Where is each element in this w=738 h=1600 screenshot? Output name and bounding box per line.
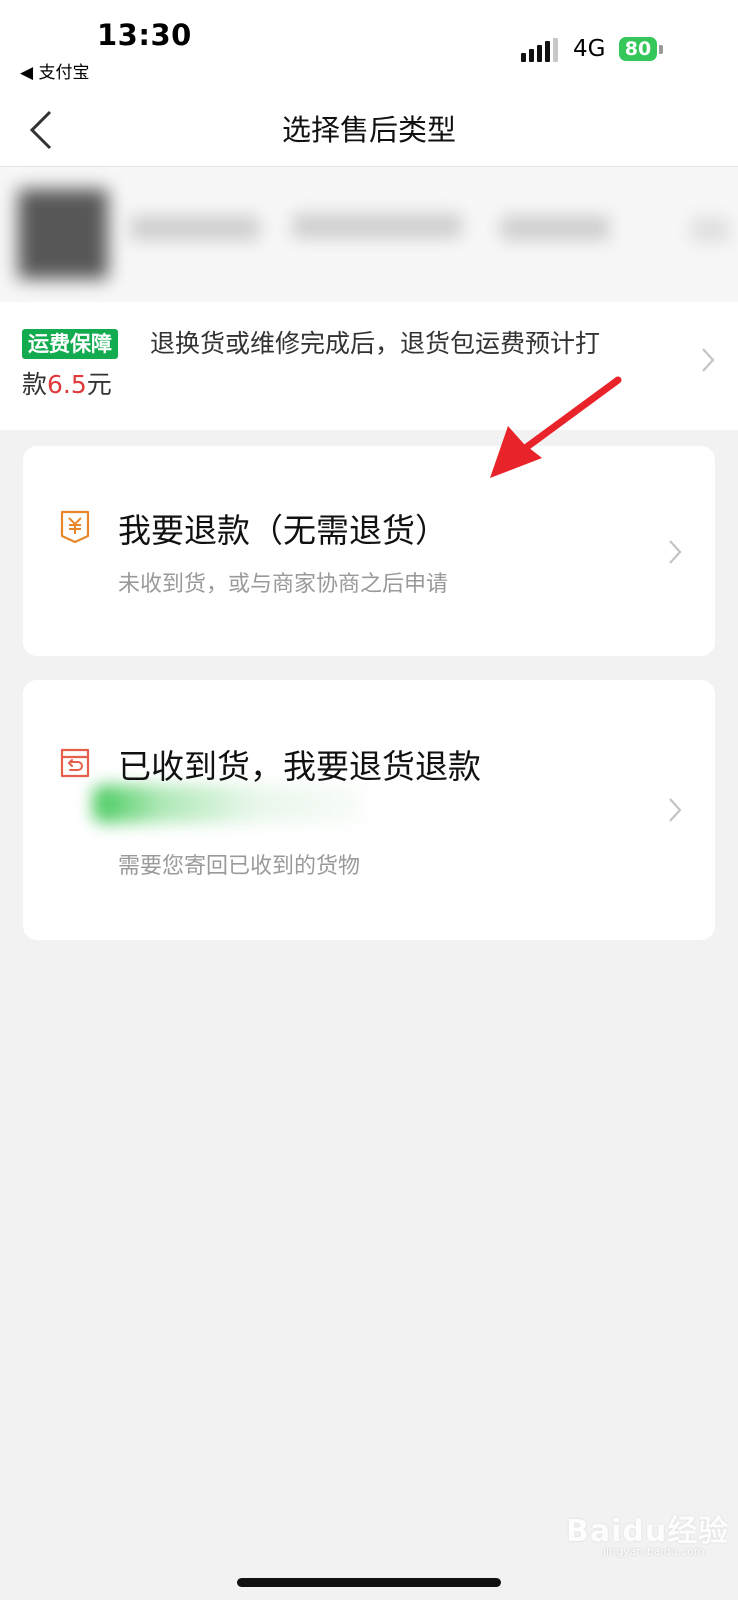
option-title: 已收到货，我要退货退款 — [118, 747, 481, 786]
watermark-url: jingyan.baidu.com — [603, 1545, 705, 1558]
product-summary — [0, 167, 738, 302]
refund-icon — [60, 510, 90, 544]
refund-amount: 6.5 — [47, 370, 87, 399]
signal-icon — [521, 38, 561, 62]
header: 13:30 ◀ 支付宝 4G 80 选择售后类型 — [0, 0, 738, 167]
back-to-app-link[interactable]: ◀ 支付宝 — [20, 58, 89, 83]
page-title: 选择售后类型 — [281, 113, 456, 147]
product-thumbnail — [18, 189, 108, 279]
annotation-arrow-icon — [490, 376, 622, 478]
shipping-text-line2: 款6.5元 — [22, 370, 112, 399]
chevron-right-icon — [702, 348, 715, 372]
baidu-watermark: Baidu经验 — [566, 1514, 730, 1549]
return-box-icon — [60, 748, 90, 778]
battery-icon: 80 — [619, 37, 663, 61]
option-title: 我要退款（无需退货） — [118, 511, 448, 550]
option-subtitle: 需要您寄回已收到的货物 — [118, 854, 361, 879]
shipping-badge: 运费保障 — [22, 329, 118, 359]
return-and-refund-option[interactable]: 已收到货，我要退货退款 需要您寄回已收到的货物 — [23, 680, 715, 940]
battery-level: 80 — [619, 37, 657, 61]
network-type: 4G — [573, 36, 606, 62]
shipping-text: 退换货或维修完成后，退货包运费预计打 — [150, 329, 601, 358]
option-subtitle: 未收到货，或与商家协商之后申请 — [118, 572, 449, 597]
status-time: 13:30 — [97, 18, 192, 52]
chevron-right-icon — [669, 798, 682, 822]
blurred-tag — [93, 785, 363, 823]
chevron-right-icon — [669, 540, 682, 564]
home-indicator[interactable] — [237, 1578, 501, 1587]
